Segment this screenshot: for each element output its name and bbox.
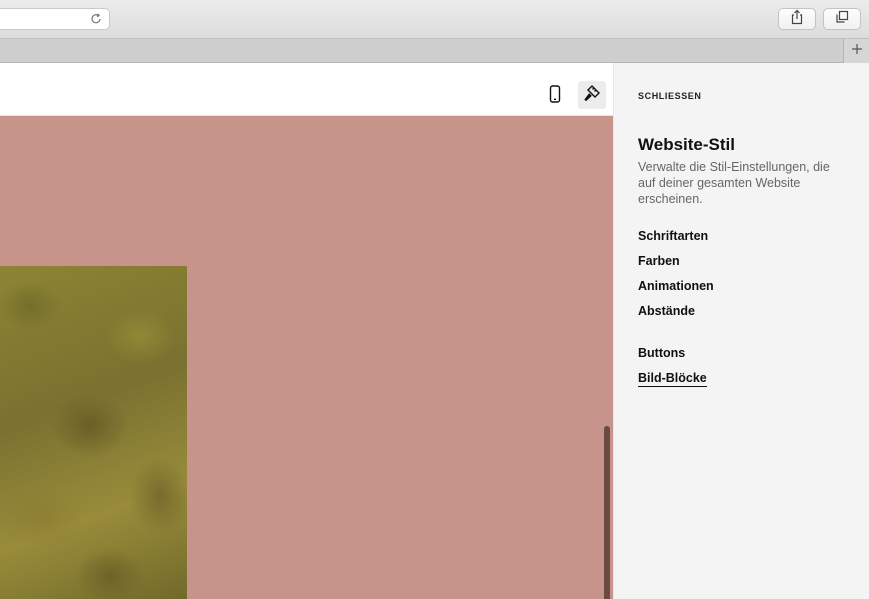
mobile-phone-icon — [549, 84, 561, 108]
browser-toolbar — [0, 0, 869, 38]
address-bar[interactable] — [0, 8, 110, 30]
preview-image-block[interactable] — [0, 266, 187, 599]
editor-area — [0, 63, 613, 599]
tabs-overview-icon — [835, 10, 849, 29]
tab-bar — [0, 38, 869, 63]
menu-item-bild-bloecke[interactable]: Bild-Blöcke — [638, 371, 707, 387]
mobile-view-button[interactable] — [541, 82, 569, 110]
menu-item-buttons[interactable]: Buttons — [638, 346, 685, 360]
share-button[interactable] — [778, 8, 816, 30]
menu-item-abstaende[interactable]: Abstände — [638, 304, 695, 318]
close-panel-link[interactable]: SCHLIESSEN — [638, 91, 702, 101]
preview-header — [0, 75, 613, 116]
tabs-overview-button[interactable] — [823, 8, 861, 30]
reload-icon[interactable] — [89, 12, 103, 26]
paintbrush-icon — [583, 84, 601, 107]
plus-icon — [851, 42, 863, 60]
panel-description: Verwalte die Stil-Einstellungen, die auf… — [638, 160, 830, 206]
menu-item-schriftarten[interactable]: Schriftarten — [638, 229, 708, 243]
new-tab-button[interactable] — [843, 39, 869, 63]
site-style-panel: SCHLIESSEN Website-Stil Verwalte die Sti… — [613, 63, 869, 599]
share-icon — [790, 9, 804, 30]
site-preview-canvas[interactable] — [0, 116, 613, 599]
menu-item-animationen[interactable]: Animationen — [638, 279, 714, 293]
preview-scrollbar[interactable] — [604, 426, 610, 599]
site-style-button[interactable] — [578, 81, 606, 109]
menu-item-farben[interactable]: Farben — [638, 254, 680, 268]
panel-title: Website-Stil — [638, 135, 735, 154]
